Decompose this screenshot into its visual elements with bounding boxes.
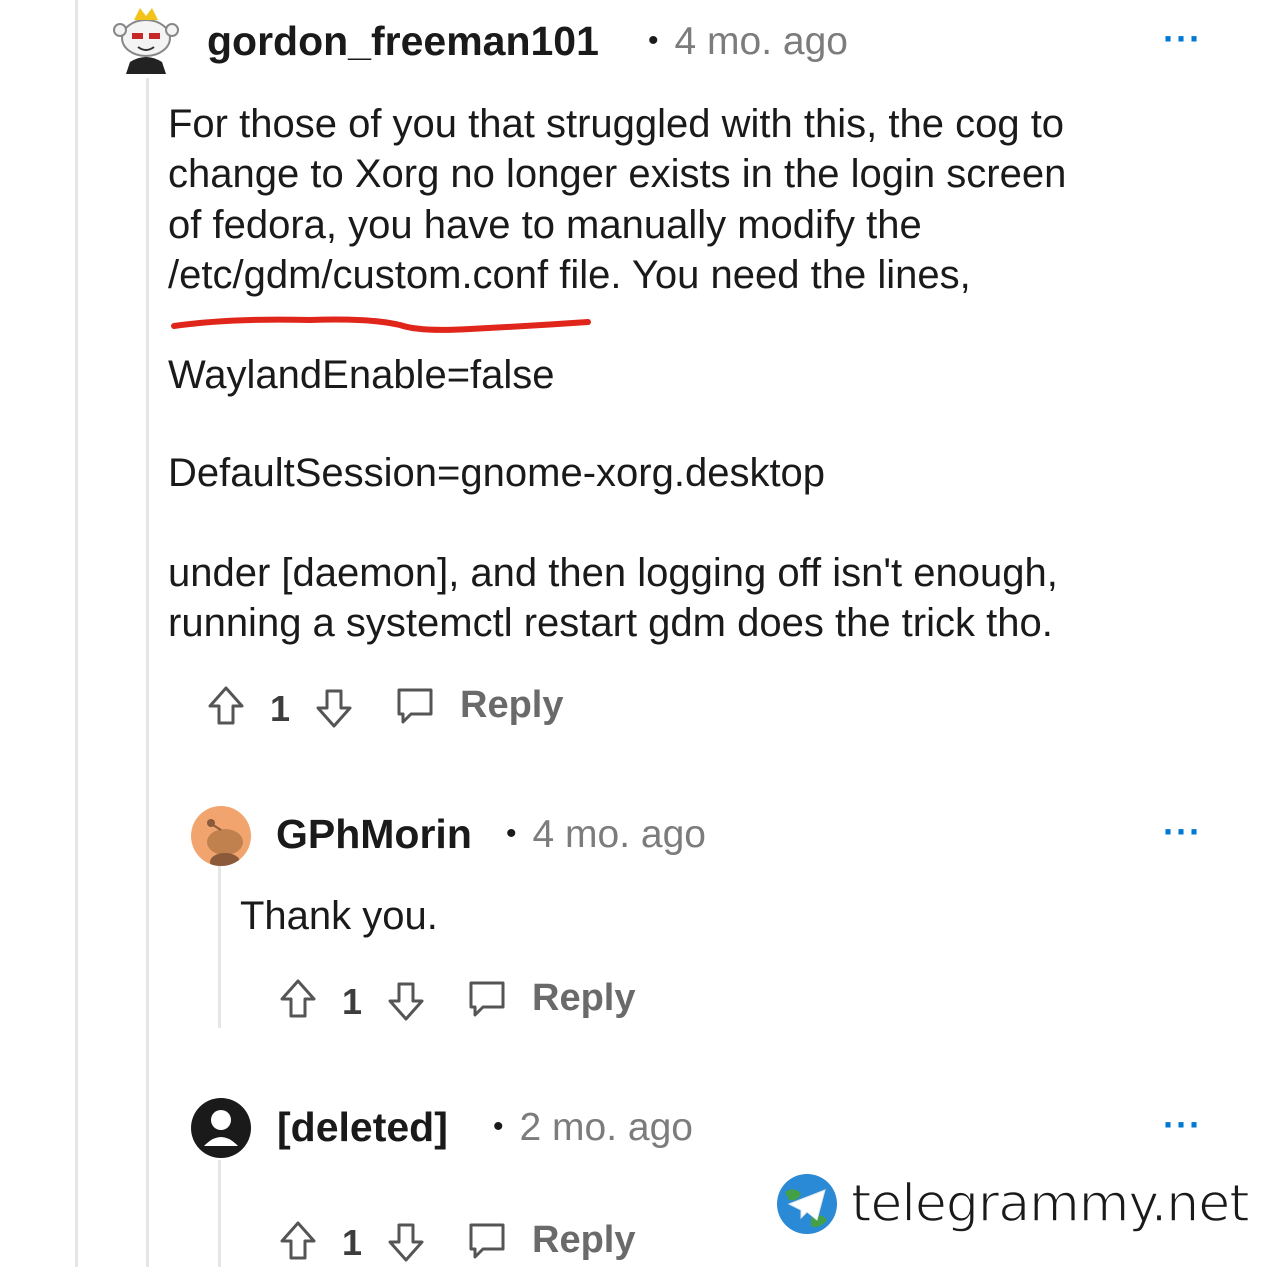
telegram-globe-icon — [777, 1174, 837, 1234]
timestamp: • 4 mo. ago — [648, 20, 848, 63]
arrow-down-icon — [316, 689, 352, 728]
downvote-button[interactable] — [386, 980, 426, 1022]
timestamp-text: 4 mo. ago — [532, 813, 706, 856]
snoo-avatar-icon — [113, 8, 179, 74]
watermark: telegrammy.net — [775, 1172, 1250, 1236]
more-options-button[interactable]: ··· — [1163, 811, 1202, 853]
vote-count: 1 — [342, 981, 363, 1022]
comment-line: WaylandEnable=false — [168, 353, 555, 397]
timestamp: • 2 mo. ago — [493, 1106, 693, 1149]
username[interactable]: [deleted] — [277, 1104, 448, 1151]
username[interactable]: gordon_freeman101 — [207, 18, 599, 65]
downvote-button[interactable] — [386, 1221, 426, 1263]
red-underline-annotation — [171, 316, 591, 333]
arrow-up-icon — [280, 979, 316, 1018]
arrow-up-icon — [280, 1221, 316, 1260]
downvote-button[interactable] — [314, 687, 354, 729]
comment-line: running a systemctl restart gdm does the… — [168, 601, 1053, 645]
avatar[interactable] — [110, 0, 182, 74]
reply-button[interactable]: Reply — [466, 977, 635, 1020]
thread-line-comment-2 — [218, 866, 221, 1028]
user-silhouette-icon — [204, 1110, 238, 1146]
avatar[interactable] — [191, 1098, 251, 1158]
speech-bubble-icon — [466, 1220, 508, 1262]
timestamp: • 4 mo. ago — [506, 813, 706, 856]
vote-count: 1 — [342, 1222, 363, 1263]
comment-line: DefaultSession=gnome-xorg.desktop — [168, 451, 826, 495]
thread-line-comment-1 — [146, 78, 149, 1267]
upvote-button[interactable] — [206, 685, 246, 727]
reply-label: Reply — [460, 684, 564, 726]
speech-bubble-icon — [394, 685, 436, 727]
comment-line: For those of you that struggled with thi… — [168, 102, 1065, 146]
username[interactable]: GPhMorin — [276, 811, 472, 858]
reply-button[interactable]: Reply — [466, 1219, 635, 1262]
comment-line: change to Xorg no longer exists in the l… — [168, 152, 1067, 196]
comment-line: /etc/gdm/custom.conf file. You need the … — [168, 253, 971, 297]
thread-line-comment-3 — [218, 1160, 221, 1267]
thread-line-root — [75, 0, 78, 1267]
reply-label: Reply — [532, 977, 636, 1019]
reply-label: Reply — [532, 1219, 636, 1261]
comment-line: of fedora, you have to manually modify t… — [168, 203, 922, 247]
snoo-avatar-icon — [207, 819, 243, 866]
speech-bubble-icon — [466, 978, 508, 1020]
upvote-button[interactable] — [278, 978, 318, 1020]
watermark-text: telegrammy.net — [850, 1173, 1250, 1235]
timestamp-text: 2 mo. ago — [519, 1106, 693, 1149]
reply-button[interactable]: Reply — [394, 684, 563, 727]
more-options-button[interactable]: ··· — [1163, 1104, 1202, 1146]
upvote-button[interactable] — [278, 1220, 318, 1262]
arrow-down-icon — [388, 982, 424, 1021]
vote-count: 1 — [270, 688, 291, 729]
comment-line: under [daemon], and then logging off isn… — [168, 551, 1058, 595]
avatar[interactable] — [191, 806, 251, 866]
more-options-button[interactable]: ··· — [1163, 18, 1202, 60]
timestamp-text: 4 mo. ago — [674, 20, 848, 63]
arrow-up-icon — [208, 686, 244, 725]
arrow-down-icon — [388, 1223, 424, 1262]
comment-line: Thank you. — [240, 894, 438, 938]
